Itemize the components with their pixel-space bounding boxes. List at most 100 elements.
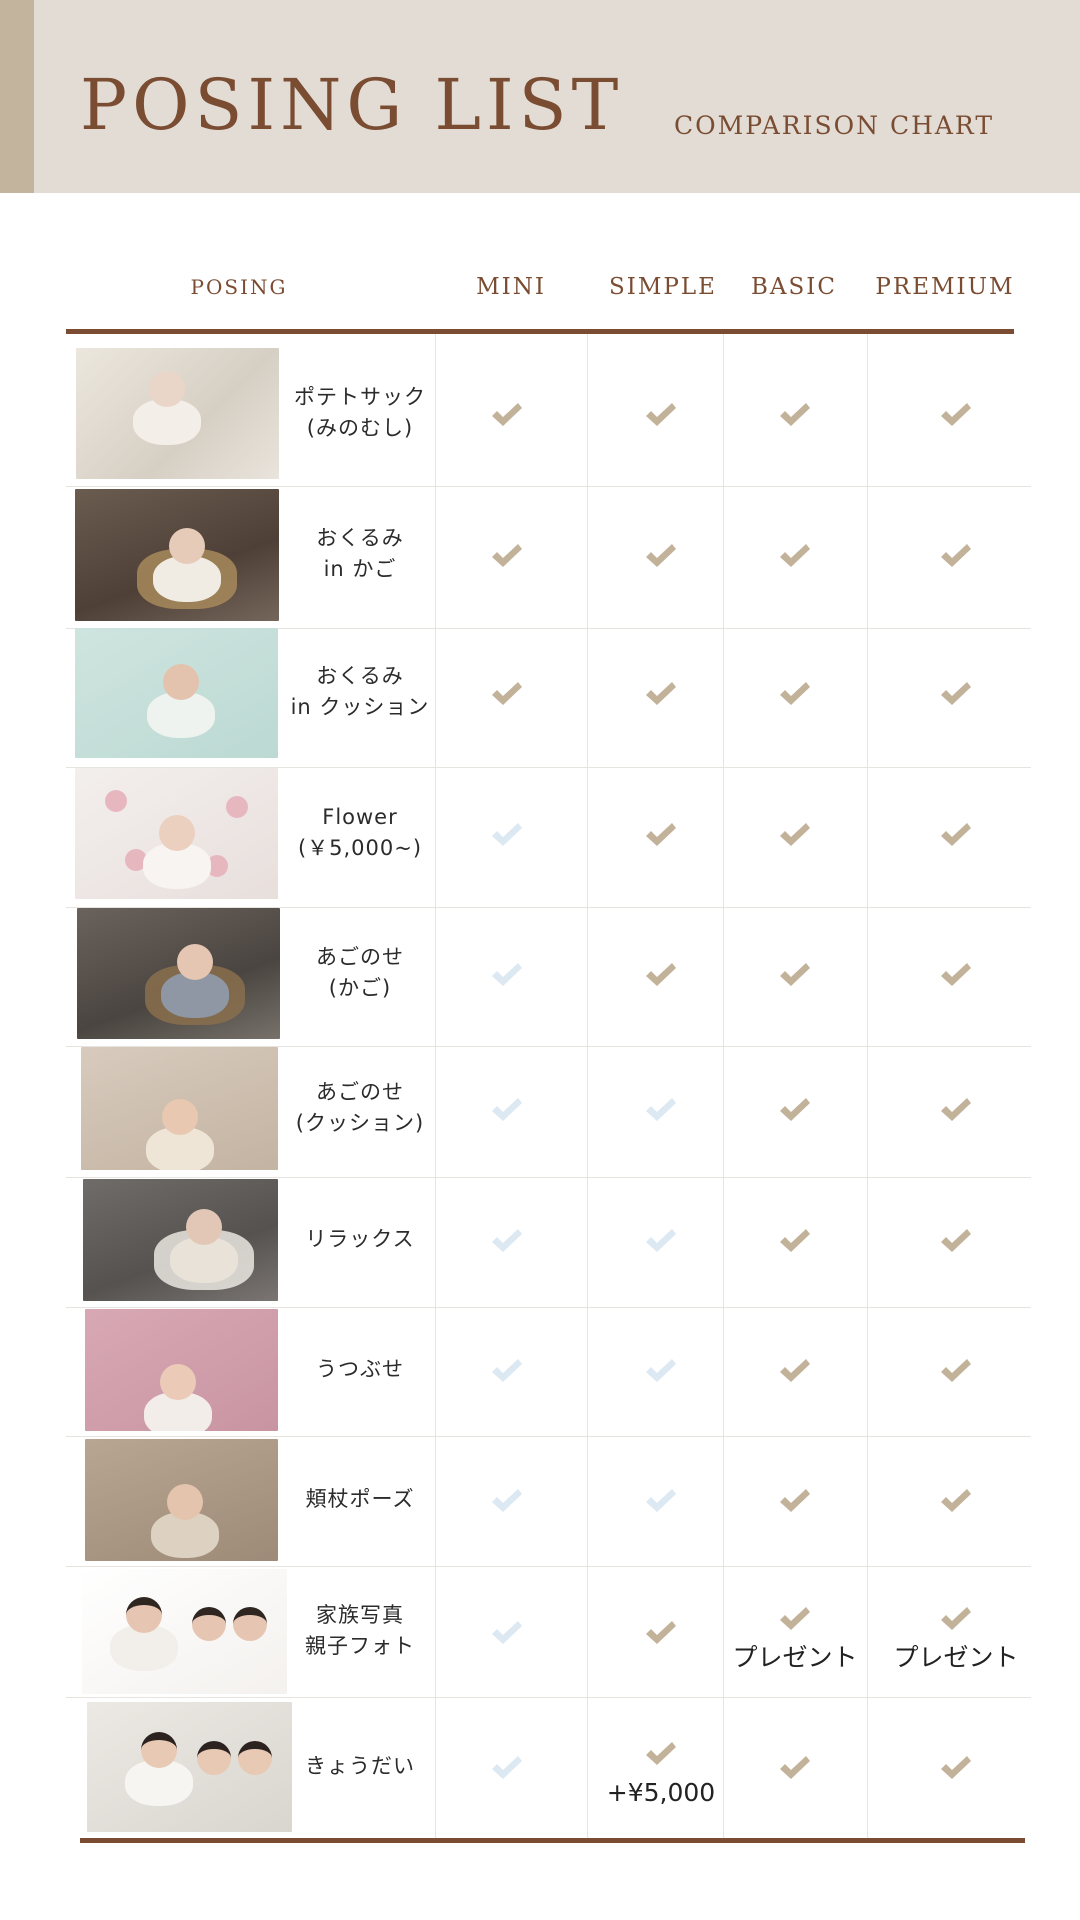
check-icon <box>778 401 812 429</box>
baby-in-basket-photo <box>75 489 279 621</box>
pose-name: 頬杖ポーズ <box>280 1484 440 1515</box>
check-icon-faded <box>490 1619 524 1647</box>
check-icon <box>778 1227 812 1255</box>
check-icon <box>939 1605 973 1633</box>
pose-name-line1: おくるみ <box>316 526 404 550</box>
pose-name: おくるみ in かご <box>280 523 440 585</box>
check-icon-faded <box>490 821 524 849</box>
check-icon <box>939 1357 973 1385</box>
baby-bunny-flower-photo <box>75 768 278 899</box>
table-row: 頬杖ポーズ <box>0 1437 1080 1565</box>
check-icon <box>778 1487 812 1515</box>
family-photo <box>82 1569 287 1694</box>
column-header-premium: PREMIUM <box>875 274 1015 300</box>
check-icon <box>490 680 524 708</box>
pose-name-line1: うつぶせ <box>316 1356 404 1381</box>
check-icon <box>939 401 973 429</box>
siblings-photo <box>87 1702 292 1832</box>
check-icon <box>939 1096 973 1124</box>
check-icon <box>644 821 678 849</box>
pose-name-line1: Flower <box>322 804 398 829</box>
pose-name: ポテトサック (みのむし) <box>280 382 440 444</box>
table-row: きょうだい +¥5,000 <box>0 1700 1080 1836</box>
pose-name-line2: (みのむし) <box>306 415 414 440</box>
table-row: おくるみ in クッション <box>0 626 1080 762</box>
pose-name: おくるみ in クッション <box>280 661 440 723</box>
check-icon <box>644 542 678 570</box>
check-icon <box>939 680 973 708</box>
pose-name: Flower (￥5,000~) <box>280 802 440 864</box>
check-icon <box>490 401 524 429</box>
table-row: リラックス <box>0 1177 1080 1305</box>
check-icon <box>939 961 973 989</box>
basic-note: プレゼント <box>732 1642 858 1672</box>
check-icon <box>644 1619 678 1647</box>
pose-name-line1: きょうだい <box>305 1753 415 1778</box>
pose-name: きょうだい <box>280 1751 440 1782</box>
check-icon <box>939 1227 973 1255</box>
check-icon <box>644 961 678 989</box>
table-row: あごのせ (クッション) <box>0 1045 1080 1174</box>
pose-name: 家族写真 親子フォト <box>280 1600 440 1662</box>
check-icon <box>778 821 812 849</box>
check-icon <box>778 961 812 989</box>
check-icon <box>939 542 973 570</box>
check-icon <box>778 1096 812 1124</box>
pose-name: うつぶせ <box>280 1354 440 1385</box>
pose-name-line1: リラックス <box>305 1226 415 1251</box>
pose-name-line2: in かご <box>323 557 397 581</box>
baby-in-bucket-photo <box>77 908 280 1039</box>
column-header-basic: BASIC <box>751 274 837 300</box>
baby-bonnet-photo <box>81 1047 278 1170</box>
pose-name-line1: 家族写真 <box>316 1602 404 1627</box>
table-row: ポテトサック (みのむし) <box>0 346 1080 483</box>
check-icon <box>778 542 812 570</box>
check-icon <box>939 1754 973 1782</box>
pose-name-line1: あごのせ <box>316 944 404 969</box>
pose-name-line2: (クッション) <box>295 1110 425 1135</box>
check-icon-faded <box>490 1357 524 1385</box>
check-icon <box>778 1754 812 1782</box>
simple-note: +¥5,000 <box>606 1778 716 1807</box>
premium-note: プレゼント <box>893 1642 1019 1672</box>
table-row: うつぶせ <box>0 1307 1080 1435</box>
pose-name-line2: 親子フォト <box>305 1633 415 1658</box>
baby-on-mint-photo <box>75 628 278 758</box>
check-icon <box>939 1487 973 1515</box>
baby-in-crate-photo <box>83 1179 278 1301</box>
pose-name: あごのせ (クッション) <box>280 1077 440 1139</box>
column-header-posing: POSING <box>190 275 288 299</box>
check-icon-faded <box>490 1096 524 1124</box>
check-icon <box>644 680 678 708</box>
check-icon-faded <box>644 1487 678 1515</box>
baby-on-pink-photo <box>85 1309 278 1431</box>
column-header-simple: SIMPLE <box>609 274 717 300</box>
baby-on-fur-photo <box>76 348 279 479</box>
page-subtitle: COMPARISON CHART <box>674 111 994 140</box>
table-row: あごのせ (かご) <box>0 906 1080 1043</box>
pose-name-line1: 頬杖ポーズ <box>305 1486 415 1511</box>
pose-name-line1: おくるみ <box>316 664 404 688</box>
check-icon <box>778 1605 812 1633</box>
pose-name-line1: あごのせ <box>316 1079 404 1104</box>
check-icon <box>778 680 812 708</box>
table-row: 家族写真 親子フォト プレゼント プレゼント <box>0 1567 1080 1698</box>
check-icon-faded <box>490 1754 524 1782</box>
check-icon <box>939 821 973 849</box>
header-band: POSING LIST COMPARISON CHART <box>0 0 1080 193</box>
check-icon-faded <box>490 1487 524 1515</box>
check-icon-faded <box>644 1227 678 1255</box>
column-header-mini: MINI <box>476 274 546 300</box>
check-icon-faded <box>644 1096 678 1124</box>
baby-chin-pose-photo <box>85 1439 278 1561</box>
pose-name: リラックス <box>280 1224 440 1255</box>
table-row: おくるみ in かご <box>0 487 1080 625</box>
check-icon <box>644 1740 678 1768</box>
pose-name: あごのせ (かご) <box>280 942 440 1004</box>
table-top-rule <box>66 329 1014 334</box>
check-icon-faded <box>490 961 524 989</box>
pose-name-line2: in クッション <box>290 695 430 719</box>
check-icon <box>644 401 678 429</box>
check-icon <box>778 1357 812 1385</box>
pose-name-line2: (かご) <box>328 975 392 1000</box>
